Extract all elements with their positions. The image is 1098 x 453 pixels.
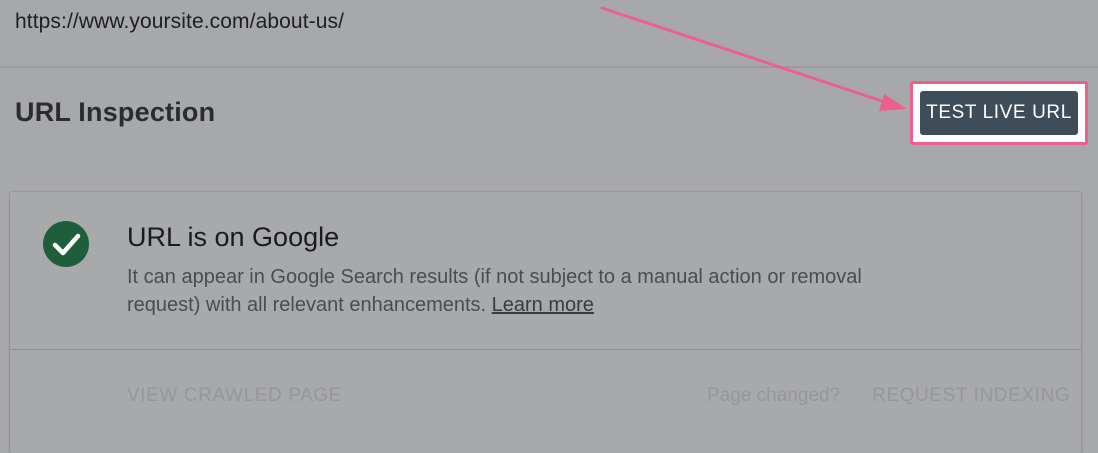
page-changed-label: Page changed? bbox=[707, 385, 841, 406]
learn-more-link[interactable]: Learn more bbox=[492, 294, 594, 316]
url-status-card: URL is on Google It can appear in Google… bbox=[10, 192, 1081, 453]
check-circle-icon bbox=[43, 221, 89, 267]
page-url: https://www.yoursite.com/about-us/ bbox=[15, 10, 345, 33]
request-indexing-button[interactable]: REQUEST INDEXING bbox=[872, 385, 1070, 407]
card-divider bbox=[10, 349, 1081, 350]
status-description: It can appear in Google Search results (… bbox=[127, 263, 927, 319]
test-live-url-button[interactable]: TEST LIVE URL bbox=[920, 91, 1078, 135]
page-title: URL Inspection bbox=[15, 97, 216, 127]
status-title: URL is on Google bbox=[127, 222, 340, 252]
test-live-url-highlight: TEST LIVE URL bbox=[910, 81, 1088, 145]
url-bar: https://www.yoursite.com/about-us/ bbox=[0, 0, 1098, 68]
view-crawled-page-button[interactable]: VIEW CRAWLED PAGE bbox=[127, 385, 342, 407]
